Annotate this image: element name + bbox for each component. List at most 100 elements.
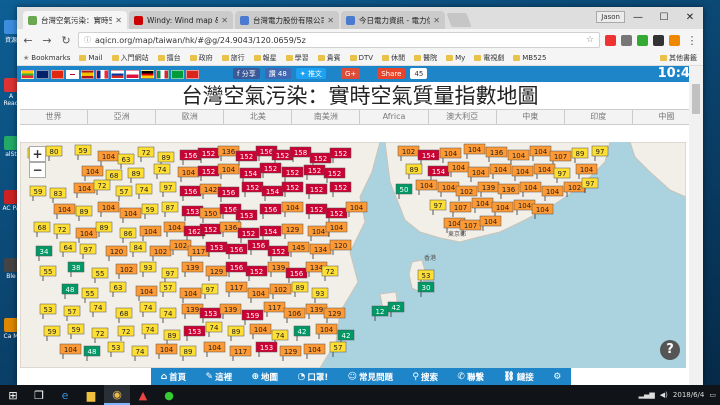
volume-icon[interactable]: ◀) <box>660 391 668 399</box>
aqi-station-marker[interactable]: 30 <box>417 281 435 297</box>
bookmark-item[interactable]: 旅行 <box>221 53 245 63</box>
taskbar-app[interactable]: ● <box>156 385 182 405</box>
tray-clock[interactable]: 2018/6/4 <box>673 391 704 399</box>
browser-tab[interactable]: Windy: Wind map & we✕ <box>129 11 233 29</box>
region-tab[interactable]: 亞洲 <box>88 110 157 124</box>
flag-icon[interactable] <box>126 69 139 79</box>
extension-icon[interactable] <box>605 34 616 46</box>
bookmark-item[interactable]: Mail <box>79 54 103 62</box>
close-icon[interactable]: ✕ <box>115 16 122 25</box>
bookmark-item[interactable]: 學習 <box>285 53 309 63</box>
taskbar-app[interactable]: ▲ <box>130 385 156 405</box>
flag-icon[interactable] <box>66 69 79 79</box>
region-tab[interactable]: 北美 <box>224 110 293 124</box>
start-button[interactable]: ⊞ <box>0 385 26 405</box>
taskbar-app[interactable]: ◉ <box>104 385 130 405</box>
flag-icon[interactable] <box>111 69 124 79</box>
browser-tab[interactable]: 今日電力資訊 - 電力供需✕ <box>341 11 445 29</box>
extension-icon[interactable] <box>621 34 632 46</box>
nav-mask[interactable]: ◔ 口罩! <box>297 371 328 383</box>
facebook-share-button[interactable]: f 分享 <box>233 68 260 79</box>
flag-icon[interactable] <box>156 69 169 79</box>
close-icon[interactable]: ✕ <box>221 16 228 25</box>
page-scrollbar[interactable] <box>689 66 703 385</box>
aqi-value: 152 <box>310 186 323 194</box>
task-view-button[interactable]: ❐ <box>26 385 52 405</box>
nav-links[interactable]: ⛓ 鏈接 <box>503 371 533 383</box>
aqi-station-marker[interactable]: 42 <box>387 301 405 317</box>
close-window-icon[interactable]: ✕ <box>677 7 703 27</box>
taskbar-app[interactable]: ▆ <box>78 385 104 405</box>
tweet-button[interactable]: ✦ 推文 <box>295 68 326 79</box>
flag-icon[interactable] <box>96 69 109 79</box>
bookmark-item[interactable]: 休閒 <box>382 53 405 63</box>
aqi-station-marker[interactable]: 57 <box>329 341 347 357</box>
region-tab[interactable]: 中東 <box>497 110 565 124</box>
flag-icon[interactable] <box>171 69 184 79</box>
help-button[interactable]: ? <box>660 340 680 360</box>
bookmark-item[interactable]: DTV <box>349 54 373 62</box>
nav-home[interactable]: ⌂ 首頁 <box>161 371 186 383</box>
bookmark-item[interactable]: 醫院 <box>414 53 437 63</box>
browser-tab[interactable]: 台灣空氣污染：實時空氣✕ <box>23 11 127 29</box>
maximize-icon[interactable]: ☐ <box>651 7 677 27</box>
nav-settings[interactable]: ⚙ <box>553 372 561 382</box>
nav-here[interactable]: ✎ 這裡 <box>206 371 233 383</box>
network-icon[interactable]: ▂▄▆ <box>639 391 655 399</box>
aqi-value: 89 <box>100 224 109 232</box>
scrollbar-thumb[interactable] <box>692 84 700 114</box>
bookmark-item[interactable]: My <box>446 54 465 62</box>
minimize-icon[interactable]: — <box>625 7 651 27</box>
flag-icon[interactable] <box>141 69 154 79</box>
forward-icon[interactable]: → <box>40 34 54 47</box>
extension-icon[interactable] <box>637 34 648 46</box>
region-tab[interactable]: Africa <box>360 110 429 124</box>
profile-button[interactable]: Jason <box>596 11 625 23</box>
flag-icon[interactable] <box>186 69 199 79</box>
zoom-out-button[interactable]: − <box>29 162 46 178</box>
nav-search[interactable]: ⚲ 搜索 <box>412 371 438 383</box>
other-bookmarks[interactable]: 其他書籤 <box>660 53 697 63</box>
region-tab[interactable]: 印度 <box>565 110 633 124</box>
extension-icon[interactable] <box>653 34 664 46</box>
like-button[interactable]: 讚 48 <box>264 68 291 79</box>
menu-icon[interactable]: ⋮ <box>685 34 699 47</box>
bookmark-star-icon[interactable]: ☆ <box>586 35 594 45</box>
close-icon[interactable]: ✕ <box>327 16 334 25</box>
new-tab-button[interactable] <box>446 13 472 27</box>
aqi-station-marker[interactable]: 12 <box>371 305 389 321</box>
region-tab[interactable]: 歐洲 <box>156 110 225 124</box>
bookmark-item[interactable]: 入門網站 <box>111 53 149 63</box>
taskbar-app[interactable]: e <box>52 385 78 405</box>
extension-icon[interactable] <box>669 34 680 46</box>
reload-icon[interactable]: ↻ <box>59 34 73 47</box>
nav-faq[interactable]: ☺ 常見問題 <box>348 371 393 383</box>
region-tab[interactable]: 南美洲 <box>292 110 361 124</box>
bookmark-item[interactable]: 政府 <box>189 53 213 63</box>
bookmark-item[interactable]: ★ Bookmarks <box>23 54 70 62</box>
nav-contact[interactable]: ✆ 聯繫 <box>457 371 484 383</box>
bookmark-item[interactable]: 貴賓 <box>317 53 341 63</box>
info-icon[interactable]: ⓘ <box>84 35 91 45</box>
flag-icon[interactable] <box>81 69 94 79</box>
browser-tab[interactable]: 台灣電力股份有限公司 ✕ <box>235 11 339 29</box>
zoom-in-button[interactable]: + <box>29 146 46 162</box>
bookmark-item[interactable]: 擂台 <box>157 53 181 63</box>
flag-icon[interactable] <box>21 69 34 79</box>
close-icon[interactable]: ✕ <box>433 16 440 25</box>
nav-map[interactable]: ⊕ 地圖 <box>252 371 279 383</box>
flag-icon[interactable] <box>51 69 64 79</box>
region-tab[interactable]: 世界 <box>20 110 89 124</box>
aqi-map[interactable]: 東京都 香港 728059104637289156152136152156152… <box>20 142 686 368</box>
bookmark-item[interactable]: 報星 <box>253 53 277 63</box>
region-tab[interactable]: 澳大利亞 <box>429 110 497 124</box>
back-icon[interactable]: ← <box>21 34 35 47</box>
bookmark-item[interactable]: 電視劇 <box>474 53 504 63</box>
gplus-button[interactable]: G+ <box>340 68 361 79</box>
flag-icon[interactable] <box>36 69 49 79</box>
address-bar[interactable]: ⓘ aqicn.org/map/taiwan/hk/#@g/24.9043/12… <box>78 32 600 48</box>
aqi-station-marker[interactable]: 104 <box>531 203 554 219</box>
notification-icon[interactable]: ▭ <box>709 391 716 399</box>
share-button[interactable]: Share <box>377 68 406 79</box>
bookmark-item[interactable]: MB525 <box>513 54 546 62</box>
